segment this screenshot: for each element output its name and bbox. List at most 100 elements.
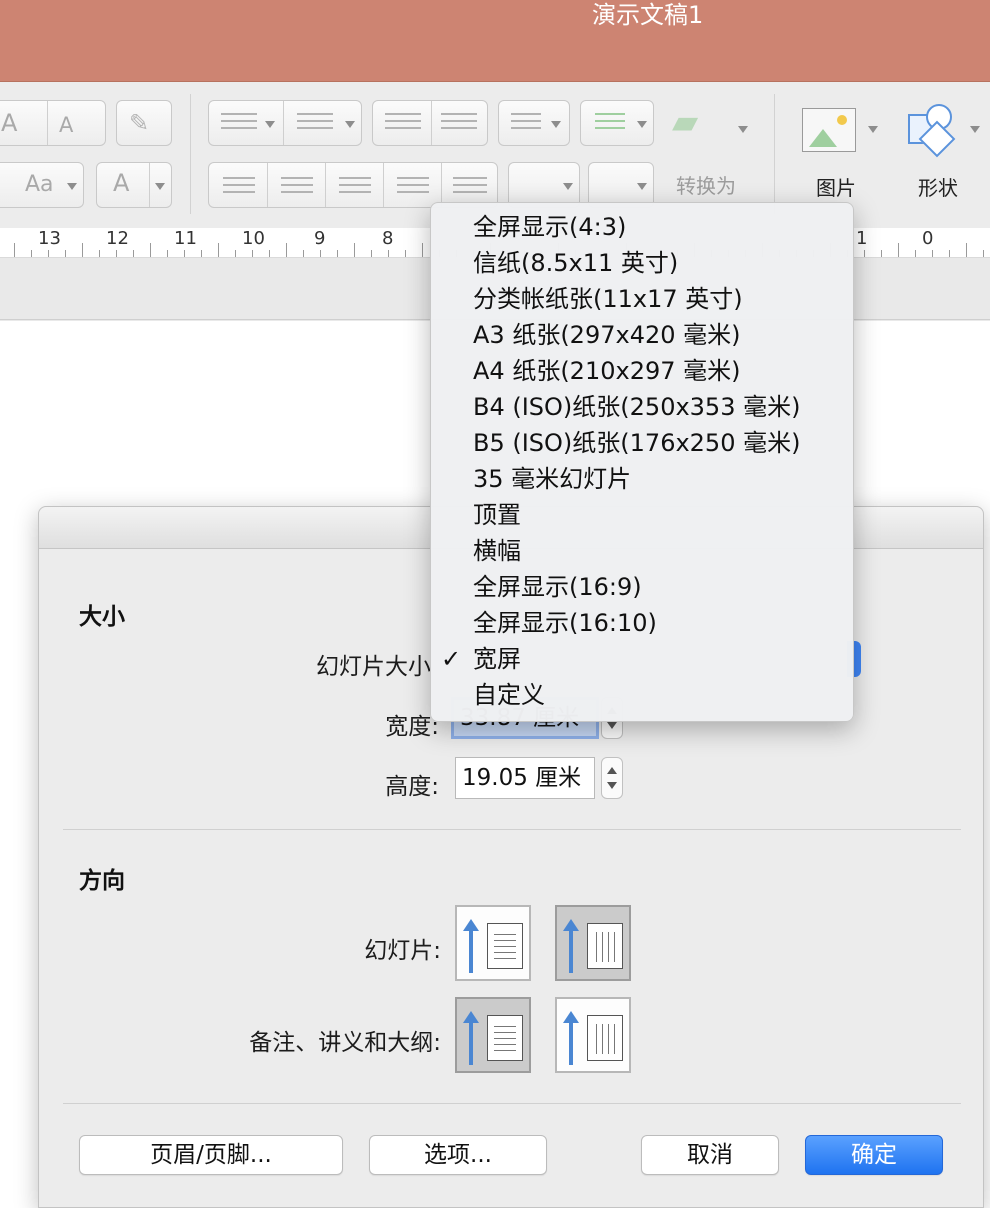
checkmark-icon: ✓ — [441, 645, 462, 673]
line-spacing-button[interactable] — [498, 100, 570, 146]
ruler-tick — [898, 243, 899, 257]
menu-item[interactable]: 顶置 — [431, 497, 855, 533]
ruler-tick — [252, 250, 253, 257]
clear-formatting-button[interactable]: ✎ — [116, 100, 172, 146]
menu-item[interactable]: 全屏显示(4:3) — [431, 209, 855, 245]
font-decrease-button[interactable]: A — [59, 113, 73, 137]
portrait-page-icon — [487, 1015, 523, 1061]
font-color-icon: A — [113, 169, 130, 197]
menu-item[interactable]: 横幅 — [431, 533, 855, 569]
orientation-section-title: 方向 — [79, 868, 125, 894]
height-label: 高度: — [385, 774, 439, 800]
align-right-icon[interactable] — [339, 177, 371, 198]
cancel-button[interactable]: 取消 — [641, 1135, 779, 1175]
columns-icon — [595, 113, 625, 134]
ruler-tick — [48, 250, 49, 257]
change-case-icon: Aa — [25, 172, 54, 197]
chevron-down-icon[interactable] — [738, 126, 748, 133]
ruler-tick — [14, 243, 15, 257]
align-center-icon[interactable] — [281, 177, 313, 198]
ruler-number: 11 — [174, 228, 197, 249]
size-section-title: 大小 — [79, 604, 125, 630]
ruler-tick — [405, 250, 406, 257]
ruler-tick — [167, 250, 168, 257]
menu-item[interactable]: A4 纸张(210x297 毫米) — [431, 353, 855, 389]
ruler-tick — [184, 250, 185, 257]
chevron-down-icon[interactable] — [265, 121, 275, 128]
header-footer-button[interactable]: 页眉/页脚... — [79, 1135, 343, 1175]
chevron-down-icon — [67, 183, 77, 190]
menu-item[interactable]: B4 (ISO)纸张(250x353 毫米) — [431, 389, 855, 425]
ruler-tick — [286, 243, 287, 257]
change-case-button[interactable]: Aa — [0, 162, 84, 208]
font-color-button[interactable]: A — [96, 162, 172, 208]
chevron-down-icon[interactable] — [970, 126, 980, 133]
chevron-down-icon[interactable] — [868, 126, 878, 133]
increase-indent-icon[interactable] — [441, 113, 477, 134]
shape-button[interactable]: 形状 — [904, 104, 968, 208]
menu-item[interactable]: 自定义 — [431, 677, 855, 713]
menu-item[interactable]: 35 毫米幻灯片 — [431, 461, 855, 497]
ruler-tick — [82, 243, 83, 257]
ruler-tick — [915, 250, 916, 257]
ruler-number: 1 — [856, 228, 868, 249]
numbered-list-icon[interactable] — [297, 113, 333, 134]
menu-item[interactable]: 信纸(8.5x11 英寸) — [431, 245, 855, 281]
ruler-tick — [201, 250, 202, 257]
menu-item[interactable]: 全屏显示(16:9) — [431, 569, 855, 605]
menu-item[interactable]: B5 (ISO)纸张(176x250 毫米) — [431, 425, 855, 461]
slide-size-menu: 全屏显示(4:3) 信纸(8.5x11 英寸) 分类帐纸张(11x17 英寸) … — [430, 202, 854, 722]
ruler-tick — [388, 250, 389, 257]
ruler-tick — [116, 250, 117, 257]
landscape-page-icon — [587, 923, 623, 969]
ruler-tick — [218, 243, 219, 257]
ruler-number: 10 — [242, 228, 265, 249]
menu-item[interactable]: A3 纸张(297x420 毫米) — [431, 317, 855, 353]
menu-item-selected[interactable]: ✓ 宽屏 — [431, 641, 855, 677]
slides-landscape-option[interactable] — [555, 905, 631, 981]
distributed-icon[interactable] — [453, 177, 487, 198]
picture-button[interactable]: 图片 — [800, 104, 864, 208]
ruler-tick — [235, 250, 236, 257]
ruler-tick — [133, 250, 134, 257]
title-bar: 演示文稿1 — [0, 0, 990, 82]
ruler-tick — [881, 250, 882, 257]
window-title: 演示文稿1 — [592, 1, 704, 29]
chevron-down-icon — [551, 121, 561, 128]
smartart-icon: ▰ — [672, 102, 699, 142]
indent-buttons — [372, 100, 488, 146]
picture-label: 图片 — [816, 176, 856, 200]
height-field[interactable]: 19.05 厘米 — [455, 757, 595, 799]
chevron-down-icon — [637, 121, 647, 128]
ruler-number: 0 — [922, 228, 934, 249]
justify-icon[interactable] — [397, 177, 429, 198]
shape-label: 形状 — [918, 176, 958, 200]
ok-button[interactable]: 确定 — [805, 1135, 943, 1175]
ruler-tick — [422, 243, 423, 257]
chevron-down-icon — [637, 183, 647, 190]
notes-landscape-option[interactable] — [555, 997, 631, 1073]
menu-item[interactable]: 全屏显示(16:10) — [431, 605, 855, 641]
ruler-tick — [932, 250, 933, 257]
ruler-tick — [31, 250, 32, 257]
ruler-tick — [99, 250, 100, 257]
ruler-tick — [337, 250, 338, 257]
notes-portrait-option[interactable] — [455, 997, 531, 1073]
columns-button[interactable] — [580, 100, 654, 146]
ruler-tick — [269, 250, 270, 257]
convert-to-smartart-label[interactable]: 转换为 — [676, 170, 736, 199]
ruler-tick — [354, 243, 355, 257]
decrease-indent-icon[interactable] — [385, 113, 421, 134]
options-button[interactable]: 选项... — [369, 1135, 547, 1175]
slides-portrait-option[interactable] — [455, 905, 531, 981]
eraser-icon: ✎ — [129, 109, 150, 137]
slide-size-label: 幻灯片大小 — [316, 654, 431, 680]
width-label: 宽度: — [385, 714, 439, 740]
chevron-down-icon[interactable] — [345, 121, 355, 128]
font-increase-button[interactable]: A — [1, 111, 17, 135]
bullet-list-icon[interactable] — [221, 113, 257, 134]
align-left-icon[interactable] — [223, 177, 255, 198]
menu-item[interactable]: 分类帐纸张(11x17 英寸) — [431, 281, 855, 317]
height-stepper[interactable] — [601, 757, 623, 799]
ruler-number: 9 — [314, 228, 326, 249]
